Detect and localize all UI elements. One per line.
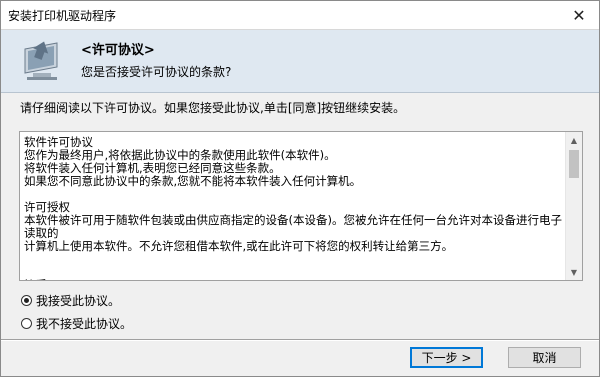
accept-option[interactable]: 我接受此协议。 bbox=[21, 292, 120, 309]
scroll-thumb[interactable] bbox=[569, 150, 579, 178]
page-subtitle: 您是否接受许可协议的条款? bbox=[81, 65, 232, 79]
decline-label: 我不接受此协议。 bbox=[36, 317, 133, 331]
accept-label: 我接受此协议。 bbox=[36, 294, 121, 308]
accept-radio[interactable] bbox=[21, 295, 32, 306]
vertical-scrollbar[interactable]: ▲ ▼ bbox=[565, 132, 582, 280]
decline-option[interactable]: 我不接受此协议。 bbox=[21, 315, 132, 332]
wizard-header: <许可协议> 您是否接受许可协议的条款? bbox=[1, 30, 599, 93]
title-bar: 安装打印机驱动程序 ✕ bbox=[1, 1, 599, 30]
close-icon[interactable]: ✕ bbox=[559, 1, 599, 29]
license-textbox[interactable]: 软件许可协议 您作为最终用户,将依据此协议中的条款使用此软件(本软件)。 将软件… bbox=[19, 131, 583, 281]
footer-divider bbox=[1, 339, 599, 341]
license-text: 软件许可协议 您作为最终用户,将依据此协议中的条款使用此软件(本软件)。 将软件… bbox=[24, 135, 562, 281]
cancel-button[interactable]: 取消 bbox=[508, 347, 581, 368]
instruction-text: 请仔细阅读以下许可协议。如果您接受此协议,单击[同意]按钮继续安装。 bbox=[20, 101, 406, 115]
decline-radio[interactable] bbox=[21, 318, 32, 329]
scroll-up-icon[interactable]: ▲ bbox=[566, 132, 582, 148]
window-title: 安装打印机驱动程序 bbox=[8, 9, 117, 23]
next-button[interactable]: 下一步 > bbox=[410, 347, 483, 368]
computer-install-icon bbox=[24, 41, 58, 80]
installer-window: 安装打印机驱动程序 ✕ <许可协议> 您是否接受许可协议的条款? 请仔细阅读以下… bbox=[0, 0, 600, 377]
scroll-down-icon[interactable]: ▼ bbox=[566, 264, 582, 280]
page-title: <许可协议> bbox=[81, 43, 155, 58]
